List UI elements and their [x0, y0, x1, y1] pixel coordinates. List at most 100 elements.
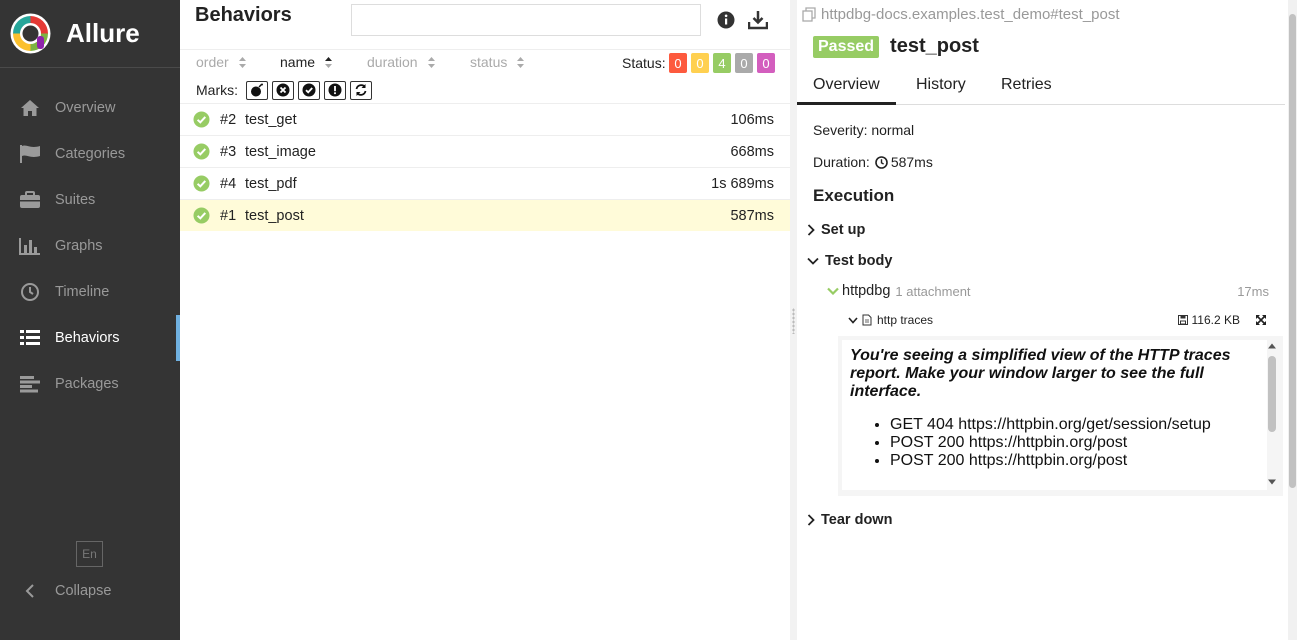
sort-label: name [280, 54, 316, 70]
scroll-up-icon[interactable] [1267, 342, 1277, 350]
test-duration: 587ms [730, 207, 774, 224]
teardown-label: Tear down [821, 512, 893, 528]
test-order: #2 [220, 111, 237, 128]
http-traces-content: You're seeing a simplified view of the H… [842, 340, 1267, 490]
info-icon[interactable] [715, 9, 737, 31]
trace-request-item[interactable]: POST 200 https://httpbin.org/post [890, 434, 1259, 452]
sort-duration-button[interactable]: duration [367, 54, 436, 70]
test-duration: 668ms [730, 143, 774, 160]
sort-icon [517, 56, 525, 68]
attachment-row[interactable]: http traces 116.2 KB [848, 311, 1273, 329]
sort-status-button[interactable]: status [470, 54, 525, 70]
language-switch[interactable]: En [76, 541, 103, 567]
step-name: httpdbg [842, 283, 891, 299]
test-name: test_image [245, 143, 316, 160]
sort-label: duration [367, 54, 418, 70]
test-row[interactable]: #4 test_pdf 1s 689ms [180, 167, 790, 199]
severity: Severity: normal [813, 122, 915, 138]
sidebar-item-categories[interactable]: Categories [0, 131, 180, 177]
collapse-button[interactable]: Collapse [18, 577, 111, 605]
sidebar-item-label: Categories [55, 146, 126, 162]
sidebar-item-label: Packages [55, 376, 119, 392]
new-failed-icon[interactable] [272, 80, 294, 100]
test-duration: 106ms [730, 111, 774, 128]
testcase-path[interactable]: httpdbg-docs.examples.test_demo#test_pos… [802, 6, 1120, 23]
pane-splitter[interactable] [790, 0, 797, 640]
trace-request-item[interactable]: GET 404 https://httpbin.org/get/session/… [890, 416, 1259, 434]
sort-icon [427, 56, 435, 68]
setup-label: Set up [821, 222, 866, 238]
test-body-stage[interactable]: Test body [807, 253, 892, 269]
test-row[interactable]: #3 test_image 668ms [180, 135, 790, 167]
trace-scrollbar[interactable] [1267, 342, 1277, 486]
sidebar-item-label: Suites [55, 192, 96, 208]
attachment-name: http traces [877, 313, 934, 327]
align-left-icon [18, 374, 42, 394]
brand[interactable]: Allure [0, 0, 180, 68]
status-failed-badge[interactable]: 0 [669, 53, 687, 73]
chevron-right-icon [807, 514, 815, 526]
teardown-stage[interactable]: Tear down [807, 512, 892, 528]
test-name: test_get [245, 111, 297, 128]
trace-request-list: GET 404 https://httpbin.org/get/session/… [850, 416, 1259, 470]
sidebar-item-label: Overview [55, 100, 116, 116]
tab-history[interactable]: History [916, 76, 966, 105]
sidebar-item-suites[interactable]: Suites [0, 177, 180, 223]
sidebar-item-label: Timeline [55, 284, 110, 300]
copy-icon[interactable] [802, 7, 817, 22]
testcase-title: Passed test_post [813, 35, 979, 58]
status-skipped-badge[interactable]: 0 [735, 53, 753, 73]
test-duration: 1s 689ms [711, 175, 774, 192]
test-row[interactable]: #2 test_get 106ms [180, 103, 790, 135]
tab-overview[interactable]: Overview [797, 76, 896, 105]
marks-filter: Marks: [196, 80, 372, 100]
home-icon [18, 98, 42, 118]
sidebar-item-behaviors[interactable]: Behaviors [0, 315, 180, 361]
search-input[interactable] [351, 4, 701, 36]
trace-request-item[interactable]: POST 200 https://httpbin.org/post [890, 452, 1259, 470]
http-traces-frame: You're seeing a simplified view of the H… [838, 336, 1283, 496]
bar-chart-icon [18, 236, 42, 256]
tab-retries[interactable]: Retries [1001, 76, 1052, 105]
flaky-icon[interactable] [246, 80, 268, 100]
sort-name-button[interactable]: name [280, 54, 333, 70]
clock-icon [18, 282, 42, 302]
passed-status-icon [193, 207, 210, 224]
marks-label: Marks: [196, 82, 238, 98]
test-order: #4 [220, 175, 237, 192]
test-body-label: Test body [825, 253, 893, 269]
test-name: test_post [245, 207, 304, 224]
status-broken-badge[interactable]: 0 [691, 53, 709, 73]
sidebar-item-timeline[interactable]: Timeline [0, 269, 180, 315]
expand-icon[interactable] [1255, 314, 1267, 326]
allure-logo-icon [10, 13, 51, 54]
sidebar-item-graphs[interactable]: Graphs [0, 223, 180, 269]
sidebar-nav: Overview Categories Suites Graphs Timeli… [0, 85, 180, 407]
new-passed-icon[interactable] [298, 80, 320, 100]
test-row-selected[interactable]: #1 test_post 587ms [180, 199, 790, 231]
trace-scrollbar-thumb[interactable] [1268, 356, 1276, 432]
step-attachment-count: 1 attachment [895, 283, 971, 299]
step-httpdbg[interactable]: httpdbg 1 attachment 17ms [827, 283, 1269, 299]
status-passed-badge[interactable]: 4 [713, 53, 731, 73]
sidebar-item-overview[interactable]: Overview [0, 85, 180, 131]
passed-status-icon [193, 175, 210, 192]
testcase-pane-scrollbar[interactable] [1288, 0, 1297, 640]
sort-order-button[interactable]: order [196, 54, 247, 70]
testcase-pane-scrollbar-thumb[interactable] [1289, 14, 1296, 488]
scroll-down-icon[interactable] [1267, 478, 1277, 486]
splitter-grip [792, 308, 795, 334]
new-broken-icon[interactable] [324, 80, 346, 100]
page-title: Behaviors [195, 4, 292, 26]
download-icon[interactable] [747, 9, 769, 31]
setup-stage[interactable]: Set up [807, 222, 865, 238]
sort-bar: order name duration status Status: 0 0 4… [180, 49, 790, 76]
testcase-tabs: Overview History Retries [797, 70, 1285, 105]
retries-status-change-icon[interactable] [350, 80, 372, 100]
sidebar-item-packages[interactable]: Packages [0, 361, 180, 407]
file-icon [862, 314, 872, 326]
status-unknown-badge[interactable]: 0 [757, 53, 775, 73]
chevron-right-icon [807, 224, 815, 236]
list-icon [18, 328, 42, 348]
sort-icon [325, 56, 333, 68]
